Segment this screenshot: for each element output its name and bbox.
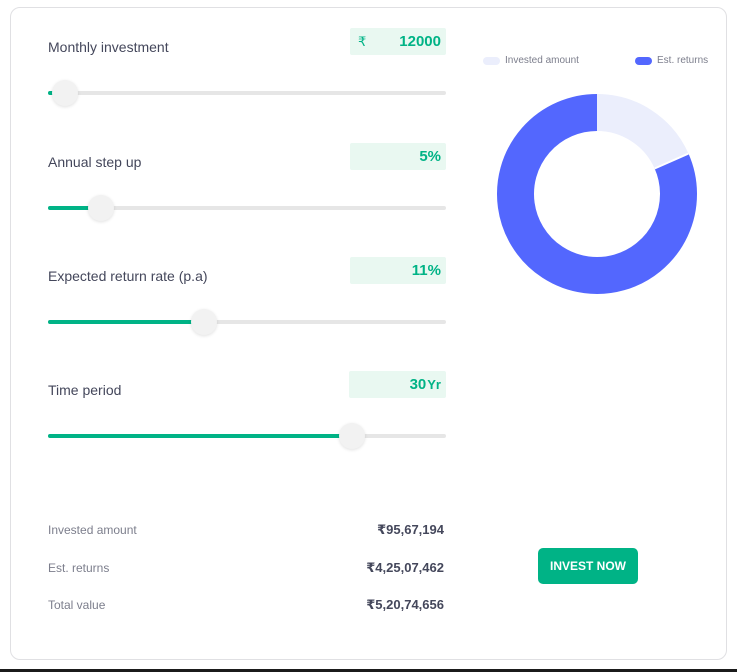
legend-invested: Invested amount: [483, 55, 579, 66]
invested-swatch: [483, 56, 500, 65]
expected-return-rate-slider[interactable]: [48, 309, 446, 335]
total-value-value: ₹5,20,74,656: [366, 597, 444, 612]
monthly-investment-slider[interactable]: [48, 80, 446, 106]
rupee-prefix: ₹: [358, 34, 367, 49]
time-period-value: 30: [409, 376, 427, 393]
annual-step-up-input[interactable]: 5%: [350, 143, 446, 170]
invested-amount-label: Invested amount: [48, 523, 137, 537]
slider-track: [48, 91, 446, 95]
est-returns-label: Est. returns: [48, 561, 110, 575]
invested-amount-row: Invested amount ₹95,67,194: [48, 521, 444, 541]
slider-thumb[interactable]: [338, 423, 365, 449]
slider-fill: [48, 434, 352, 438]
expected-return-rate-row: Expected return rate (p.a) 11%: [48, 257, 446, 347]
invested-amount-value: ₹95,67,194: [377, 522, 444, 537]
annual-step-up-value: 5%: [419, 148, 441, 165]
donut-slice-invested: [596, 94, 689, 170]
total-value-row: Total value ₹5,20,74,656: [48, 596, 444, 616]
monthly-investment-value: 12000: [399, 33, 441, 50]
time-period-input[interactable]: 30 Yr: [349, 371, 446, 398]
slider-thumb[interactable]: [87, 195, 114, 221]
expected-return-rate-value: 11%: [411, 262, 441, 279]
annual-step-up-slider[interactable]: [48, 195, 446, 221]
time-period-row: Time period 30 Yr: [48, 371, 446, 461]
monthly-investment-label: Monthly investment: [48, 39, 169, 55]
legend-returns-label: Est. returns: [657, 55, 709, 66]
returns-swatch: [635, 56, 652, 65]
monthly-investment-input[interactable]: ₹ 12000: [350, 28, 446, 55]
years-suffix: Yr: [427, 377, 441, 392]
annual-step-up-row: Annual step up 5%: [48, 143, 446, 233]
expected-return-rate-label: Expected return rate (p.a): [48, 268, 208, 284]
slider-fill: [48, 320, 205, 324]
expected-return-rate-input[interactable]: 11%: [350, 257, 446, 284]
time-period-label: Time period: [48, 382, 122, 398]
annual-step-up-label: Annual step up: [48, 154, 142, 170]
slider-thumb[interactable]: [51, 80, 78, 106]
monthly-investment-row: Monthly investment ₹ 12000: [48, 28, 446, 118]
slider-thumb[interactable]: [191, 309, 218, 335]
est-returns-row: Est. returns ₹4,25,07,462: [48, 559, 444, 579]
total-value-label: Total value: [48, 598, 106, 612]
legend-returns: Est. returns: [635, 55, 708, 66]
donut-chart: [497, 94, 697, 294]
time-period-slider[interactable]: [48, 423, 446, 449]
legend-invested-label: Invested amount: [505, 55, 579, 66]
est-returns-value: ₹4,25,07,462: [366, 560, 444, 575]
invest-now-button[interactable]: INVEST NOW: [538, 548, 638, 584]
